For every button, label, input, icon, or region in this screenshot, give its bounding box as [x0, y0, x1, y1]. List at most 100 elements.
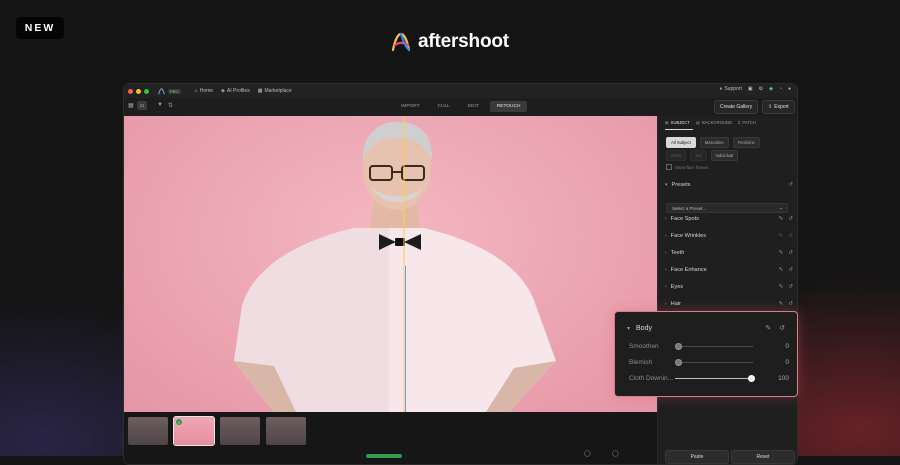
maximize-window-button[interactable]	[144, 88, 149, 94]
blemish-slider[interactable]: Blemish 0	[629, 357, 789, 367]
chevron-right-icon: ›	[665, 233, 667, 239]
tab-retouch[interactable]: RETOUCH	[489, 101, 528, 112]
chip-kid[interactable]: Kid	[690, 150, 707, 161]
section-eyes[interactable]: › Eyes ✎ ↺	[665, 282, 793, 292]
subject-chips-row2: Infant Kid Individual	[666, 150, 739, 161]
notification-icon[interactable]: ◔	[779, 86, 782, 92]
edit-icon[interactable]: ✎	[779, 301, 784, 307]
chip-infant[interactable]: Infant	[666, 150, 687, 161]
section-teeth[interactable]: › Teeth ✎ ↺	[665, 248, 793, 258]
edit-icon[interactable]: ✎	[779, 233, 784, 239]
user-avatar[interactable]: ●	[788, 86, 791, 92]
section-label: Face Enhance	[670, 267, 707, 273]
portrait-image	[234, 116, 556, 412]
section-label: Hair	[670, 301, 681, 307]
chip-all-subject[interactable]: All Subject	[666, 137, 696, 148]
export-button[interactable]: ⇪ Export	[762, 100, 795, 114]
subject-chips: All Subject Masculine Feminine	[666, 137, 760, 148]
body-adjustment-panel: ▾ Body ✎ ↺ Smoothen 0 Blemish 0 Cloth Do…	[614, 311, 798, 397]
tab-import[interactable]: IMPORT	[394, 101, 427, 112]
slider-value: 0	[785, 342, 789, 350]
filter-icon[interactable]: ▼	[157, 102, 163, 108]
aftershoot-logo-icon	[391, 32, 411, 52]
tab-patch[interactable]: ⌗ PATCH	[738, 120, 756, 125]
slider-track[interactable]	[675, 358, 753, 366]
body-header[interactable]: ▾ Body	[627, 325, 652, 332]
edit-icon[interactable]: ✎	[765, 324, 771, 332]
brand-logo: aftershoot	[390, 29, 509, 55]
tab-subject[interactable]: ◎ SUBJECT	[665, 120, 690, 125]
edit-icon[interactable]: ✎	[779, 267, 784, 273]
slider-knob[interactable]	[675, 342, 682, 350]
slider-track[interactable]	[675, 374, 755, 382]
body-header-icons: ✎ ↺	[765, 324, 785, 332]
slider-value: 0	[785, 358, 789, 366]
support-label: Support	[724, 86, 742, 92]
edit-icon[interactable]: ✎	[779, 216, 784, 222]
nav-marketplace[interactable]: ▦ Marketplace	[258, 88, 292, 94]
create-gallery-button[interactable]: Create Gallery	[714, 100, 759, 114]
reset-icon[interactable]: ↺	[788, 267, 793, 273]
section-face-spots[interactable]: › Face Spots ✎ ↺	[665, 214, 793, 224]
paste-button[interactable]: Paste	[665, 450, 729, 464]
cloth-downing-slider[interactable]: Cloth Downin... 100	[629, 373, 789, 383]
section-label: Teeth	[670, 250, 685, 256]
tab-underline	[665, 129, 693, 130]
tab-edit[interactable]: EDIT	[461, 101, 486, 112]
chevron-down-icon: ▾	[665, 182, 668, 188]
reset-icon[interactable]: ↺	[788, 301, 793, 307]
title-bar: PRO ⌂ Home ◈ AI Profiles ▦ Marketplace ●…	[124, 84, 797, 98]
app-logo-icon	[158, 87, 165, 94]
section-face-enhance[interactable]: › Face Enhance ✎ ↺	[665, 265, 793, 275]
reset-icon[interactable]: ↺	[779, 324, 785, 332]
grid-icon[interactable]: ▣	[748, 86, 753, 92]
main-toolbar: ▦ ▭ ▼ ⇅ IMPORT CULL EDIT RETOUCH Create …	[124, 98, 797, 117]
section-hair[interactable]: › Hair ✎ ↺	[665, 299, 793, 309]
single-view-icon[interactable]: ▭	[137, 101, 147, 110]
thumbnail[interactable]	[220, 417, 260, 445]
edit-icon[interactable]: ✎	[779, 284, 784, 290]
reset-icon[interactable]: ↺	[788, 182, 793, 188]
thumbnail[interactable]	[266, 417, 306, 445]
photo-canvas[interactable]	[124, 116, 657, 412]
reset-icon[interactable]: ↺	[788, 284, 793, 290]
export-label: Export	[774, 104, 789, 110]
tab-background[interactable]: ▤ BACKGROUND	[696, 120, 732, 125]
smoothen-slider[interactable]: Smoothen 0	[629, 341, 789, 351]
presets-header[interactable]: ▾ Presets ↺	[665, 180, 793, 190]
grid-view-icon[interactable]: ▦	[128, 102, 134, 109]
home-icon: ⌂	[194, 88, 198, 94]
edit-icon[interactable]: ✎	[779, 250, 784, 256]
nav-home[interactable]: ⌂ Home	[195, 88, 213, 94]
sort-icon[interactable]: ⇅	[168, 102, 173, 109]
slider-knob[interactable]	[748, 374, 755, 382]
reset-button[interactable]: Reset	[731, 450, 795, 464]
shield-icon[interactable]: ◆	[769, 86, 773, 92]
show-face-frames-toggle[interactable]: Show face frames	[666, 164, 709, 170]
section-face-wrinkles[interactable]: › Face Wrinkles ✎ ↺	[665, 231, 793, 241]
section-icons: ✎ ↺	[779, 301, 793, 307]
minimize-window-button[interactable]	[136, 88, 141, 94]
slider-knob[interactable]	[675, 358, 682, 366]
reset-icon[interactable]: ↺	[788, 216, 793, 222]
slider-track[interactable]	[675, 342, 753, 350]
thumbnail[interactable]	[128, 417, 168, 445]
create-gallery-label: Create Gallery	[720, 104, 753, 110]
thumbnail-selected[interactable]: ✓	[173, 416, 215, 446]
chip-individual[interactable]: Individual	[710, 150, 739, 161]
section-label: Eyes	[670, 284, 684, 290]
support-icon: ●	[719, 86, 723, 92]
slider-label: Blemish	[629, 358, 653, 366]
close-window-button[interactable]	[128, 88, 133, 94]
body-title: Body	[636, 325, 652, 332]
chip-feminine[interactable]: Feminine	[732, 137, 760, 148]
chip-masculine[interactable]: Masculine	[699, 137, 729, 148]
nav-ai-profiles[interactable]: ◈ AI Profiles	[221, 88, 250, 94]
reset-icon[interactable]: ↺	[788, 250, 793, 256]
support-link[interactable]: ● Support	[719, 86, 742, 92]
patch-icon: ⌗	[738, 120, 741, 125]
reset-icon[interactable]: ↺	[788, 233, 793, 239]
settings-icon[interactable]: ⚙	[759, 86, 763, 92]
preset-select[interactable]: Select a Preset... ⌄	[666, 203, 788, 213]
tab-cull[interactable]: CULL	[431, 101, 457, 112]
